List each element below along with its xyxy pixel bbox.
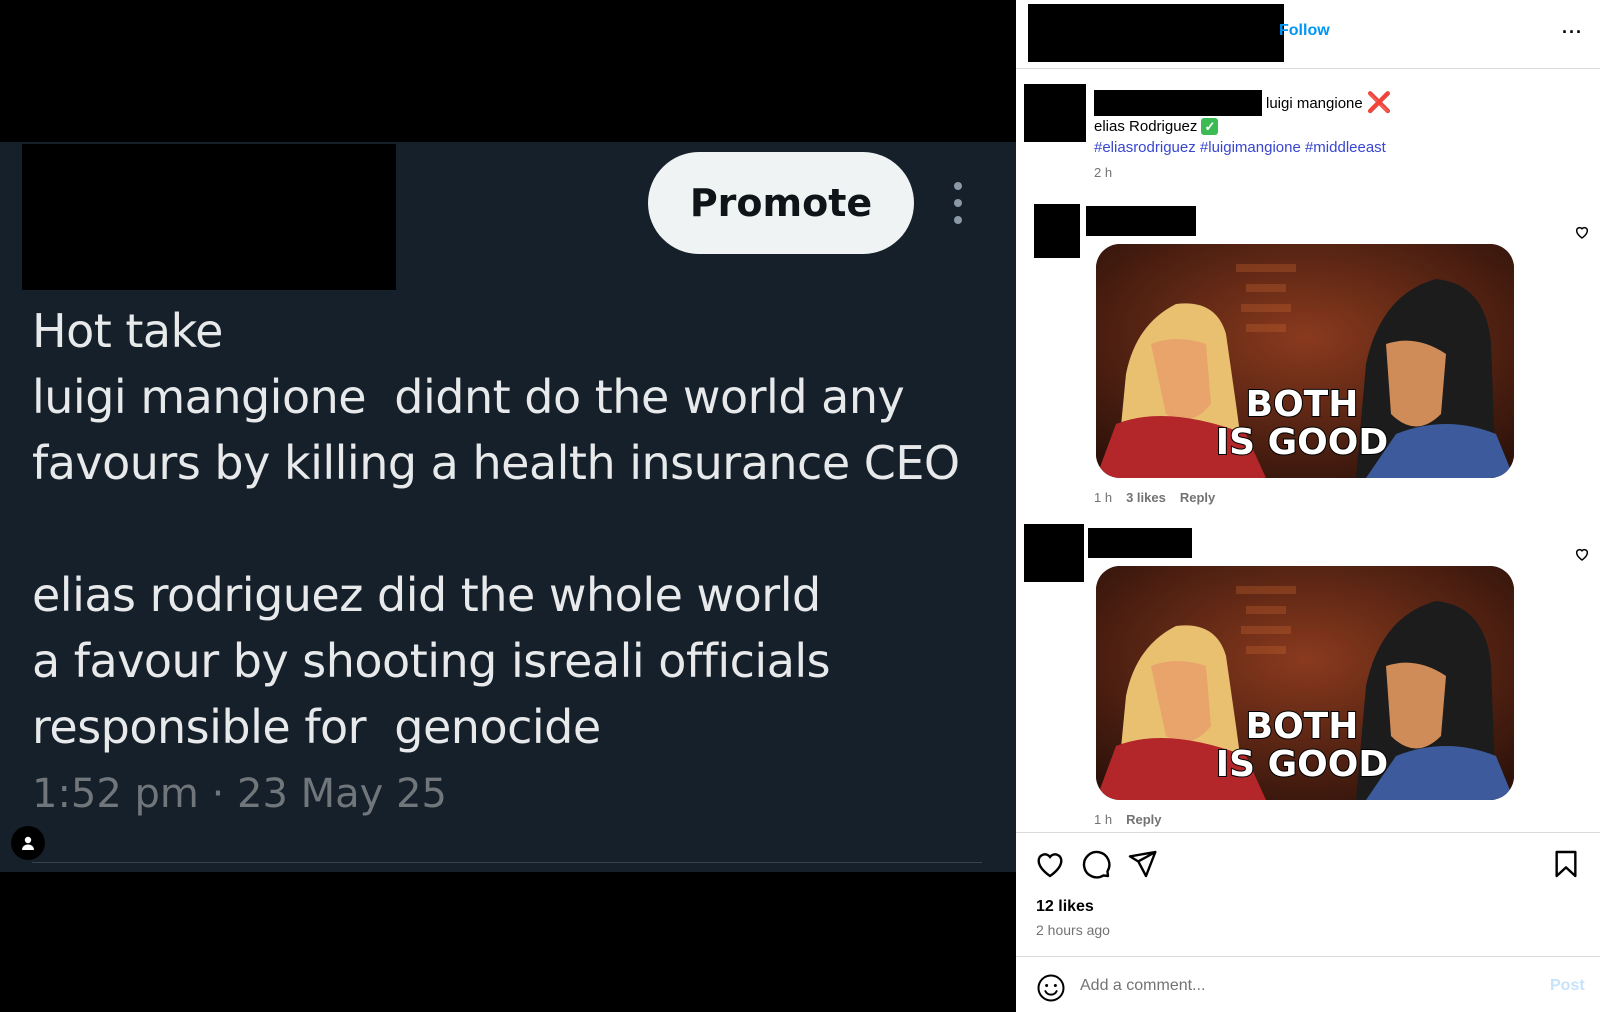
redacted-username [1094,90,1262,116]
comment-meta: 1 h 3 likes Reply [1094,490,1215,505]
tweet-line: favours by killing a health insurance CE… [32,436,960,490]
comment-input[interactable] [1080,971,1520,1001]
user-icon[interactable] [11,826,45,860]
comment-likes[interactable]: 3 likes [1126,490,1166,505]
more-options-icon[interactable] [950,182,966,224]
heart-icon[interactable] [1574,224,1590,240]
save-bookmark-icon[interactable] [1550,848,1582,880]
cross-mark-icon: ❌ [1366,92,1392,114]
like-heart-icon[interactable] [1034,848,1066,880]
tweet-timestamp[interactable]: 1:52 pm · 23 May 25 [32,770,447,818]
share-send-icon[interactable] [1126,848,1158,880]
heart-icon[interactable] [1574,546,1590,562]
divider [32,862,982,863]
redacted-avatar [1024,524,1084,582]
comment-time: 1 h [1094,812,1113,827]
tweet-text: Hot take luigi mangione didnt do the wor… [32,298,1002,760]
meme-text: BOTH [1246,706,1359,747]
meme-text: IS GOOD [1216,744,1389,785]
meme-image[interactable]: BOTH IS GOOD [1096,566,1514,800]
reply-button[interactable]: Reply [1180,490,1215,505]
follow-button[interactable]: Follow [1279,22,1330,40]
tweet-card: Promote Hot take luigi mangione didnt do… [0,142,1016,872]
redacted-avatar [1034,204,1080,258]
more-options-icon[interactable]: ··· [1562,22,1583,43]
hashtags[interactable]: #eliasrodriguez #luigimangione #middleea… [1094,137,1584,158]
redacted-username [1088,528,1192,558]
post-caption: luigi mangione ❌ elias Rodriguez ✓ #elia… [1094,90,1584,183]
caption-time: 2 h [1094,165,1113,180]
redacted-username [1086,206,1196,236]
divider [1016,832,1600,833]
comment-bar: Post [1016,956,1600,1012]
meme-image[interactable]: BOTH IS GOOD [1096,244,1514,478]
redacted-avatar [1024,84,1086,142]
caption-line: elias Rodriguez [1094,118,1198,135]
comment-time: 1 h [1094,490,1113,505]
likes-count[interactable]: 12 likes [1036,898,1094,916]
tweet-line: a favour by shooting isreali officials [32,634,831,688]
instagram-post-panel: Follow ··· luigi mangione ❌ elias Rodrig… [1016,0,1600,1012]
comment-icon[interactable] [1080,848,1112,880]
tweet-line: responsible for genocide [32,700,601,754]
check-mark-icon: ✓ [1201,118,1219,135]
tweet-line: luigi mangione didnt do the world any [32,370,905,424]
comment-meta: 1 h Reply [1094,812,1161,827]
caption-line: luigi mangione [1266,94,1363,112]
divider [1016,68,1600,69]
redacted-username [1028,4,1284,62]
meme-text: BOTH [1246,384,1359,425]
reply-button[interactable]: Reply [1126,812,1161,827]
emoji-icon[interactable] [1036,973,1066,1003]
meme-text: IS GOOD [1216,422,1389,463]
post-time: 2 hours ago [1036,922,1110,938]
promote-button[interactable]: Promote [648,152,914,254]
tweet-screenshot: Promote Hot take luigi mangione didnt do… [0,0,1016,1012]
post-actions [1034,848,1590,880]
tweet-line: elias rodriguez did the whole world [32,568,821,622]
tweet-line: Hot take [32,304,223,358]
post-button[interactable]: Post [1550,977,1585,995]
redacted-author [22,144,396,290]
